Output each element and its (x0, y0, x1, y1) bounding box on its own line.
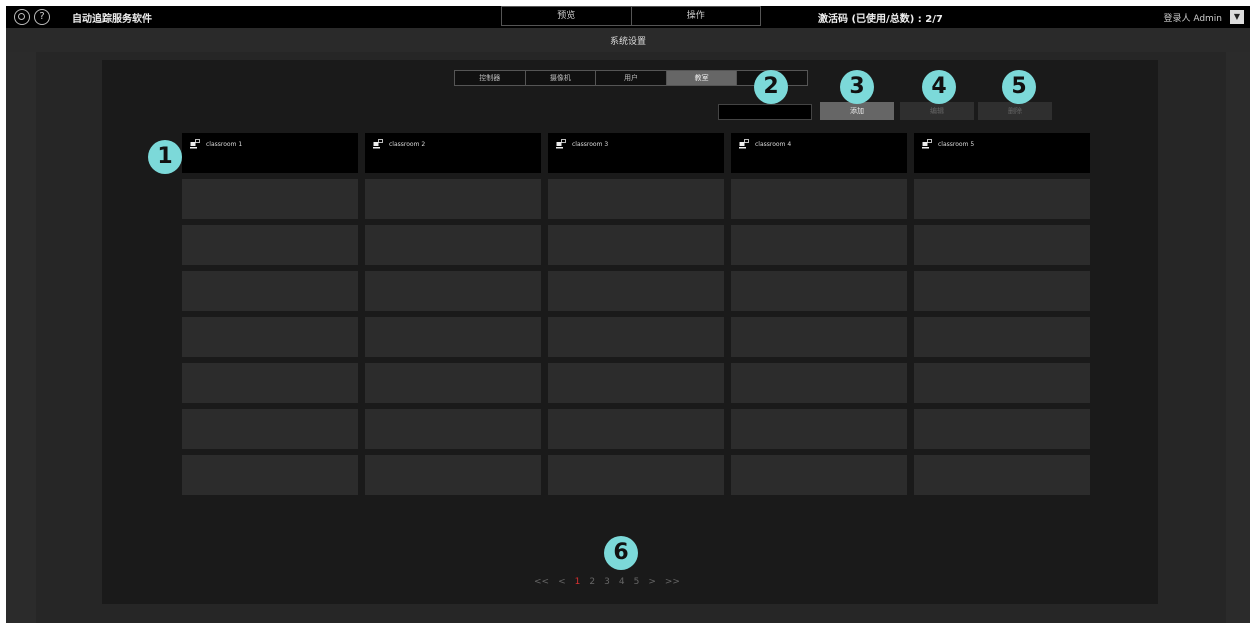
grid-cell[interactable] (548, 455, 724, 495)
classroom-card[interactable]: classroom 5 (914, 133, 1090, 173)
grid-cell[interactable] (914, 271, 1090, 311)
callout-1: 1 (148, 140, 182, 174)
top-bar: ? 自动追踪服务软件 预览 操作 激活码 (已使用/总数) : 2/7 登录人 … (6, 6, 1250, 28)
grid-cell[interactable] (548, 409, 724, 449)
grid-cell[interactable] (914, 225, 1090, 265)
grid-cell[interactable] (365, 409, 541, 449)
grid-cell[interactable] (548, 225, 724, 265)
tab-controller[interactable]: 控制器 (455, 71, 525, 85)
callout-2: 2 (754, 70, 788, 104)
grid-cell[interactable] (731, 271, 907, 311)
next-page-button[interactable]: > (648, 577, 656, 587)
page-button-3[interactable]: 3 (604, 577, 610, 587)
page-button-5[interactable]: 5 (634, 577, 640, 587)
tab-classroom[interactable]: 教室 (665, 71, 737, 85)
classroom-name: classroom 2 (389, 141, 426, 148)
grid-cell[interactable] (731, 225, 907, 265)
classroom-name: classroom 4 (755, 141, 792, 148)
classroom-name: classroom 5 (938, 141, 975, 148)
classroom-card[interactable]: classroom 4 (731, 133, 907, 173)
tab-operation[interactable]: 操作 (630, 7, 761, 25)
activation-status: 激活码 (已使用/总数) : 2/7 (818, 14, 943, 25)
grid-cell[interactable] (182, 179, 358, 219)
add-button[interactable]: 添加 (820, 102, 894, 120)
classroom-name: classroom 1 (206, 141, 243, 148)
classroom-card[interactable]: classroom 2 (365, 133, 541, 173)
top-tabs: 预览 操作 (501, 6, 761, 26)
last-page-button[interactable]: >> (665, 577, 680, 587)
classroom-camera-icon (739, 139, 749, 149)
classroom-name: classroom 3 (572, 141, 609, 148)
left-margin (6, 52, 36, 623)
classroom-camera-icon (190, 139, 200, 149)
grid-cell[interactable] (182, 455, 358, 495)
grid-cell[interactable] (365, 225, 541, 265)
edit-button[interactable]: 编辑 (900, 102, 974, 120)
chevron-down-icon[interactable]: ▼ (1230, 10, 1244, 24)
grid-cell[interactable] (365, 271, 541, 311)
grid-cell[interactable] (365, 455, 541, 495)
grid-cell[interactable] (731, 363, 907, 403)
help-icon[interactable]: ? (34, 9, 50, 25)
gear-icon[interactable] (14, 9, 30, 25)
grid-cell[interactable] (365, 179, 541, 219)
grid-cell[interactable] (548, 363, 724, 403)
classroom-camera-icon (556, 139, 566, 149)
callout-3: 3 (840, 70, 874, 104)
grid-cell[interactable] (182, 409, 358, 449)
app-title: 自动追踪服务软件 (72, 14, 152, 25)
grid-cell[interactable] (548, 317, 724, 357)
login-user: 登录人 Admin (1163, 14, 1222, 24)
classroom-card[interactable]: classroom 1 (182, 133, 358, 173)
page-button-1[interactable]: 1 (575, 577, 581, 587)
page-button-4[interactable]: 4 (619, 577, 625, 587)
classroom-grid: classroom 1 classroom 2 classroom 3 classro… (182, 133, 1090, 495)
delete-button[interactable]: 删除 (978, 102, 1052, 120)
right-margin (1226, 52, 1250, 623)
callout-5: 5 (1002, 70, 1036, 104)
callout-4: 4 (922, 70, 956, 104)
page-title: 系统设置 (609, 37, 646, 47)
grid-cell[interactable] (182, 271, 358, 311)
tab-camera[interactable]: 摄像机 (524, 71, 596, 85)
grid-cell[interactable] (365, 363, 541, 403)
grid-cell[interactable] (731, 317, 907, 357)
grid-cell[interactable] (731, 409, 907, 449)
prev-page-button[interactable]: < (558, 577, 566, 587)
classroom-camera-icon (373, 139, 383, 149)
classroom-card[interactable]: classroom 3 (548, 133, 724, 173)
classroom-camera-icon (922, 139, 932, 149)
grid-cell[interactable] (914, 455, 1090, 495)
tab-preview[interactable]: 预览 (502, 7, 631, 25)
pagination: << < 1 2 3 4 5 > >> (534, 577, 680, 587)
callout-6: 6 (604, 536, 638, 570)
grid-cell[interactable] (914, 363, 1090, 403)
page-button-2[interactable]: 2 (589, 577, 595, 587)
grid-cell[interactable] (914, 179, 1090, 219)
grid-cell[interactable] (731, 455, 907, 495)
grid-cell[interactable] (731, 179, 907, 219)
grid-cell[interactable] (548, 271, 724, 311)
app-window: ? 自动追踪服务软件 预览 操作 激活码 (已使用/总数) : 2/7 登录人 … (6, 6, 1250, 623)
grid-cell[interactable] (182, 317, 358, 357)
tab-user[interactable]: 用户 (595, 71, 666, 85)
search-input[interactable] (718, 104, 812, 120)
grid-cell[interactable] (914, 409, 1090, 449)
subheader: 系统设置 (6, 28, 1250, 52)
grid-cell[interactable] (182, 225, 358, 265)
grid-cell[interactable] (365, 317, 541, 357)
grid-cell[interactable] (548, 179, 724, 219)
grid-cell[interactable] (914, 317, 1090, 357)
grid-cell[interactable] (182, 363, 358, 403)
first-page-button[interactable]: << (534, 577, 549, 587)
